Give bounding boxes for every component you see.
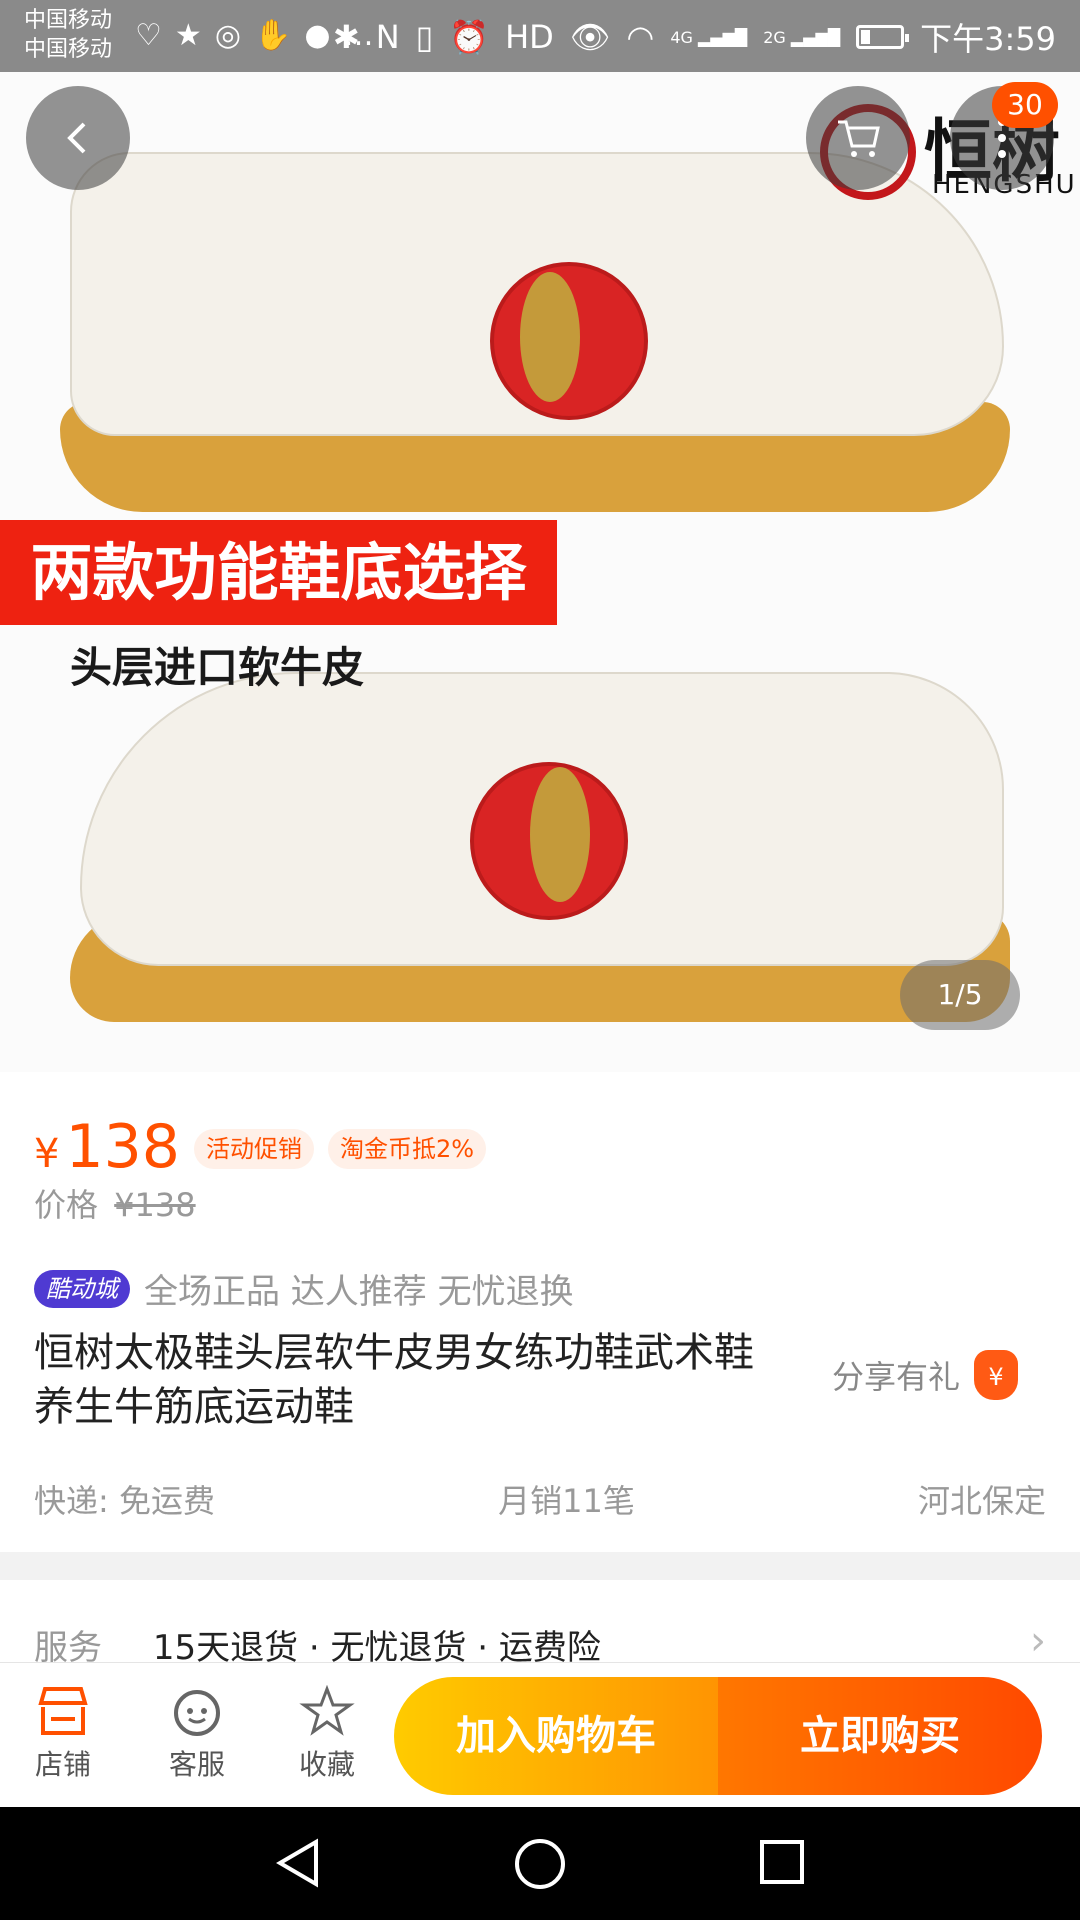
signal-4g-icon: 4G ▂▄▆█: [670, 27, 748, 47]
nav-home-button[interactable]: [512, 1836, 568, 1902]
favorite-button[interactable]: 收藏: [272, 1684, 382, 1783]
vibrate-icon: ▯: [415, 18, 434, 56]
support-button[interactable]: 客服: [142, 1685, 252, 1783]
coin-tag: 淘金币抵2%: [327, 1129, 487, 1169]
store-label: 店铺: [34, 1748, 91, 1781]
square-recents-icon: [760, 1840, 804, 1884]
heartbeat-icon: ♡: [135, 18, 162, 53]
product-title: 恒树太极鞋头层软牛皮男女练功鞋武术鞋养生牛筋底运动鞋: [34, 1330, 754, 1430]
clock: 下午3:59: [920, 20, 1056, 58]
bluetooth-icon: ✱: [332, 18, 360, 56]
hd-icon: HD: [505, 18, 554, 56]
status-indicators: ✱ N ▯ ⏰ HD 👁 ◠ 4G ▂▄▆█ 2G ▂▄▆█ 下午3:59: [333, 14, 1056, 60]
triangle-back-icon: [276, 1838, 318, 1888]
material-caption: 头层进口软牛皮: [70, 643, 365, 692]
share-button[interactable]: 分享有礼 ¥: [832, 1350, 1019, 1400]
currency-symbol: ¥: [34, 1131, 60, 1177]
store-icon: [8, 1685, 118, 1743]
product-image-carousel[interactable]: 两款功能鞋底选择 头层进口软牛皮 恒树 HENGSHU 1/5: [0, 72, 1080, 1072]
kudong-badge[interactable]: 酷动城: [34, 1269, 130, 1308]
promo-banner: 两款功能鞋底选择: [0, 520, 557, 625]
current-price: 138: [65, 1112, 180, 1182]
chevron-right-icon: ›: [1030, 1618, 1046, 1664]
cart-icon: [838, 120, 880, 157]
store-button[interactable]: 店铺: [8, 1685, 118, 1783]
hand-icon: ✋: [254, 18, 292, 53]
eye-icon: 👁: [569, 18, 611, 56]
feature-text: 全场正品 达人推荐 无忧退换: [144, 1272, 574, 1312]
buy-now-button[interactable]: 立即购买: [718, 1677, 1042, 1795]
favorite-label: 收藏: [298, 1748, 355, 1781]
price-row: ¥ 138 活动促销 淘金币抵2%: [34, 1112, 487, 1182]
ship-location: 河北保定: [917, 1482, 1046, 1520]
carrier-info: 中国移动 中国移动: [24, 6, 112, 64]
system-nav-bar: [0, 1806, 1080, 1920]
status-bar: 中国移动 中国移动 ♡ ★ ◎ ✋ ● … ✱ N ▯ ⏰ HD 👁 ◠ 4G …: [0, 0, 1080, 72]
message-count-badge: 30: [992, 82, 1058, 128]
alarm-icon: ⏰: [449, 18, 490, 56]
original-price-value: ¥138: [114, 1186, 196, 1224]
signal-2g-icon: 2G ▂▄▆█: [763, 27, 841, 47]
carrier-2: 中国移动: [24, 37, 113, 62]
feature-row: 酷动城 全场正品 达人推荐 无忧退换: [34, 1264, 574, 1313]
add-to-cart-button[interactable]: 加入购物车: [394, 1677, 718, 1795]
star-icon: [272, 1684, 382, 1743]
chat-icon: ●: [304, 18, 331, 53]
monthly-sales: 月销11笔: [498, 1482, 635, 1520]
nav-back-button[interactable]: [272, 1836, 324, 1900]
circle-home-icon: [515, 1839, 565, 1889]
notification-app-icon: ◎: [214, 18, 241, 53]
chevron-left-icon: [67, 122, 86, 154]
image-pager: 1/5: [900, 960, 1020, 1030]
cart-button[interactable]: [806, 86, 910, 190]
nav-recents-button[interactable]: [756, 1836, 808, 1898]
meta-row: 快递: 免运费 月销11笔 河北保定: [34, 1476, 1046, 1522]
shipping-info: 快递: 免运费: [34, 1482, 215, 1520]
battery-icon: [856, 25, 910, 49]
star-app-icon: ★: [174, 18, 202, 53]
support-icon: [142, 1685, 252, 1743]
back-button[interactable]: [26, 86, 130, 190]
original-price: 价格 ¥138: [34, 1180, 196, 1226]
share-label: 分享有礼: [832, 1358, 961, 1396]
bottom-action-bar: 店铺 客服 收藏 加入购物车 立即购买: [0, 1662, 1080, 1807]
gift-bag-icon: ¥: [974, 1350, 1019, 1400]
original-price-label: 价格: [34, 1186, 99, 1224]
section-divider: [0, 1552, 1080, 1580]
support-label: 客服: [168, 1748, 225, 1781]
wifi-icon: ◠: [626, 18, 655, 56]
promo-tag: 活动促销: [193, 1129, 314, 1169]
more-button[interactable]: 30: [950, 82, 1058, 190]
carrier-1: 中国移动: [24, 8, 113, 33]
nfc-icon: N: [375, 18, 400, 56]
